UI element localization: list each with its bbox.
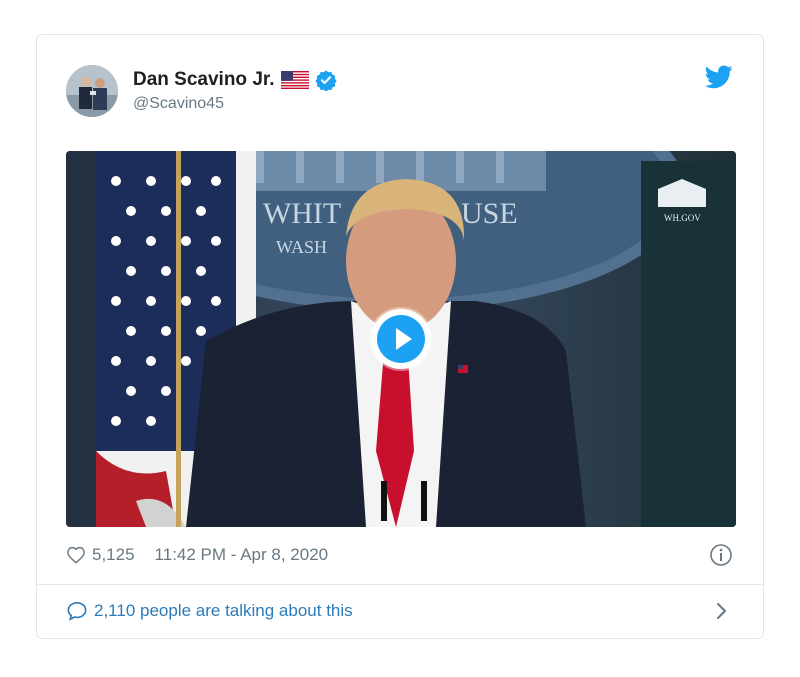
tweet-card[interactable]: Dan Scavino Jr. @Scavino45 HE WHIT USE W…: [36, 34, 764, 639]
play-button[interactable]: [371, 309, 431, 369]
seal-text-3: WASH: [276, 237, 327, 257]
verified-badge-icon: [314, 70, 337, 91]
info-icon[interactable]: [709, 543, 733, 567]
chevron-right-icon[interactable]: [715, 601, 729, 621]
author-row: Dan Scavino Jr.: [133, 69, 337, 91]
avatar-image: [66, 65, 118, 117]
author-handle[interactable]: @Scavino45: [133, 95, 224, 113]
divider: [37, 584, 763, 585]
video-media[interactable]: HE WHIT USE WASH WH.GOV: [66, 151, 736, 527]
play-icon: [377, 315, 425, 363]
comment-bubble-icon: [67, 601, 87, 621]
us-flag-icon: [280, 71, 309, 89]
conversation-link[interactable]: 2,110 people are talking about this: [66, 601, 353, 621]
conversation-text: 2,110 people are talking about this: [94, 601, 353, 620]
tweet-meta: 5,125 11:42 PM - Apr 8, 2020: [66, 545, 328, 565]
like-count[interactable]: 5,125: [92, 545, 135, 565]
seal-text-2: USE: [461, 197, 518, 230]
heart-icon[interactable]: [66, 546, 86, 564]
twitter-bird-icon[interactable]: [705, 65, 733, 89]
play-triangle: [396, 328, 412, 350]
avatar[interactable]: [66, 65, 118, 117]
tweet-timestamp[interactable]: 11:42 PM - Apr 8, 2020: [155, 545, 329, 565]
author-name[interactable]: Dan Scavino Jr.: [133, 69, 275, 91]
wh-gov-label: WH.GOV: [664, 213, 701, 223]
